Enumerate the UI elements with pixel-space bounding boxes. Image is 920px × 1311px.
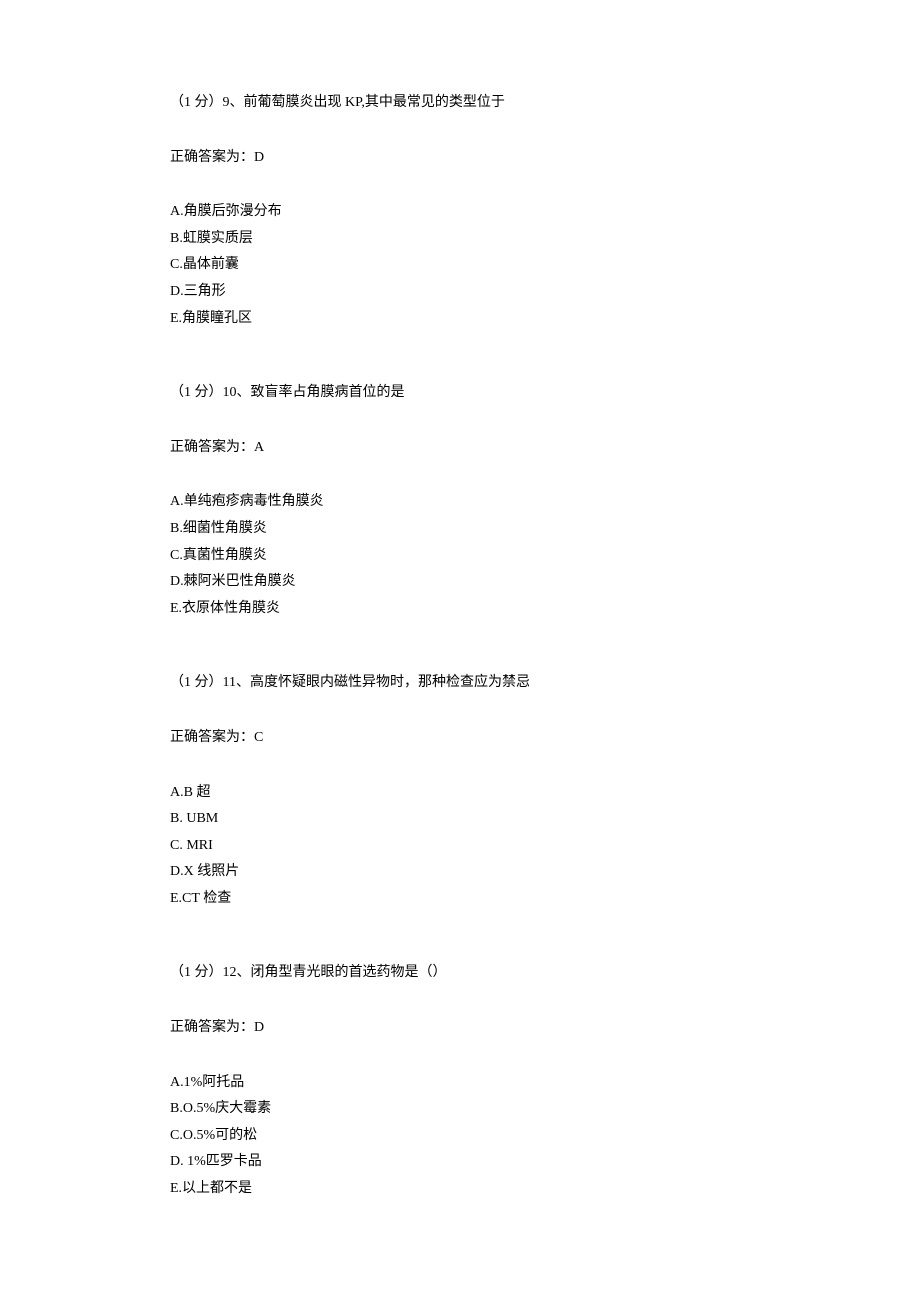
option-d: D.三角形 (170, 279, 750, 306)
option-c: C.真菌性角膜炎 (170, 543, 750, 570)
question-text: （1 分）9、前葡萄膜炎出现 KP,其中最常见的类型位于 (170, 90, 750, 117)
option-e: E.CT 检查 (170, 886, 750, 913)
option-a: A.B 超 (170, 780, 750, 807)
option-e: E.衣原体性角膜炎 (170, 596, 750, 623)
option-c: C. MRI (170, 833, 750, 860)
option-d: D.X 线照片 (170, 859, 750, 886)
option-b: B.O.5%庆大霉素 (170, 1096, 750, 1123)
correct-answer: 正确答案为：C (170, 725, 750, 752)
correct-answer: 正确答案为：D (170, 145, 750, 172)
option-e: E.以上都不是 (170, 1176, 750, 1203)
option-e: E.角膜瞳孔区 (170, 306, 750, 333)
question-9: （1 分）9、前葡萄膜炎出现 KP,其中最常见的类型位于 正确答案为：D A.角… (170, 90, 750, 332)
options-list: A.B 超 B. UBM C. MRI D.X 线照片 E.CT 检查 (170, 780, 750, 913)
question-text: （1 分）10、致盲率占角膜病首位的是 (170, 380, 750, 407)
option-b: B.细菌性角膜炎 (170, 516, 750, 543)
option-d: D. 1%匹罗卡品 (170, 1149, 750, 1176)
options-list: A.角膜后弥漫分布 B.虹膜实质层 C.晶体前囊 D.三角形 E.角膜瞳孔区 (170, 199, 750, 332)
option-b: B.虹膜实质层 (170, 226, 750, 253)
correct-answer: 正确答案为：D (170, 1015, 750, 1042)
option-b: B. UBM (170, 806, 750, 833)
option-a: A.1%阿托品 (170, 1070, 750, 1097)
option-d: D.棘阿米巴性角膜炎 (170, 569, 750, 596)
option-a: A.单纯疱疹病毒性角膜炎 (170, 489, 750, 516)
options-list: A.1%阿托品 B.O.5%庆大霉素 C.O.5%可的松 D. 1%匹罗卡品 E… (170, 1070, 750, 1203)
question-11: （1 分）11、高度怀疑眼内磁性异物时，那种检查应为禁忌 正确答案为：C A.B… (170, 670, 750, 912)
option-c: C.O.5%可的松 (170, 1123, 750, 1150)
options-list: A.单纯疱疹病毒性角膜炎 B.细菌性角膜炎 C.真菌性角膜炎 D.棘阿米巴性角膜… (170, 489, 750, 622)
question-12: （1 分）12、闭角型青光眼的首选药物是（） 正确答案为：D A.1%阿托品 B… (170, 960, 750, 1202)
option-a: A.角膜后弥漫分布 (170, 199, 750, 226)
correct-answer: 正确答案为：A (170, 435, 750, 462)
option-c: C.晶体前囊 (170, 252, 750, 279)
question-text: （1 分）12、闭角型青光眼的首选药物是（） (170, 960, 750, 987)
question-text: （1 分）11、高度怀疑眼内磁性异物时，那种检查应为禁忌 (170, 670, 750, 697)
question-10: （1 分）10、致盲率占角膜病首位的是 正确答案为：A A.单纯疱疹病毒性角膜炎… (170, 380, 750, 622)
